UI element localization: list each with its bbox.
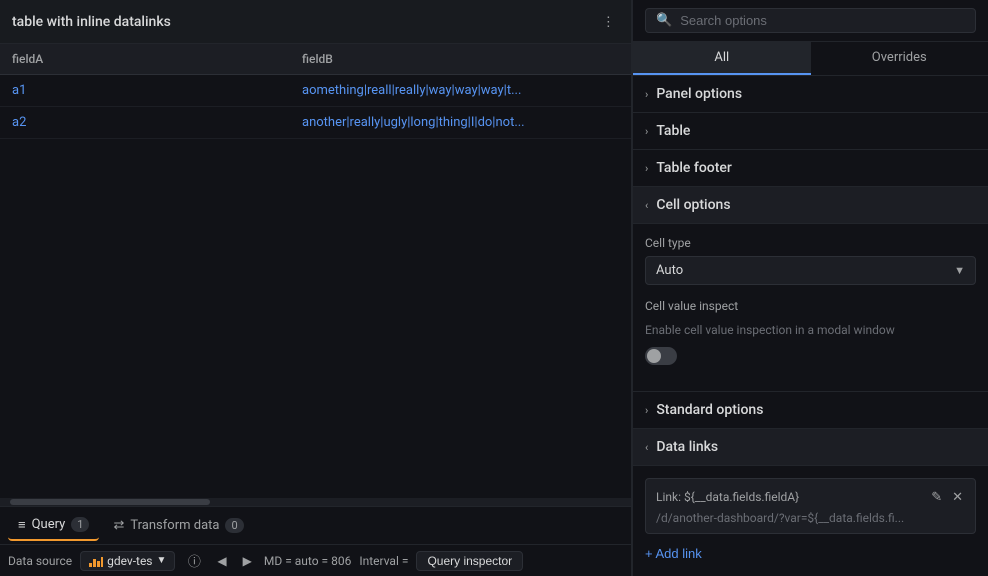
status-bar: Data source gdev-tes ▼ ⓘ ◀ ▶ MD = auto =… [0, 544, 631, 576]
left-panel: table with inline datalinks ⋮ fieldA fie… [0, 0, 632, 576]
cell-value-inspect-group: Cell value inspect Enable cell value ins… [645, 299, 976, 365]
table-chevron: › [645, 125, 648, 138]
datasource-label: Data source [8, 554, 72, 568]
scrollbar-thumb[interactable] [10, 499, 210, 505]
right-panel: 🔍 All Overrides › Panel options › Table … [632, 0, 988, 576]
data-link-url: /d/another-dashboard/?var=${__data.field… [656, 511, 965, 525]
panel-title: table with inline datalinks [12, 14, 171, 30]
add-link-button[interactable]: + Add link [645, 542, 702, 565]
data-link-item: Link: ${__data.fields.fieldA} ✎ ✕ /d/ano… [645, 478, 976, 534]
chevron-down-icon: ▼ [157, 555, 167, 566]
transform-badge: 0 [225, 518, 243, 533]
standard-options-chevron: › [645, 404, 648, 417]
data-link-header: Link: ${__data.fields.fieldA} ✎ ✕ [656, 487, 965, 507]
table-area: fieldA fieldB a1 aomething|reall|really|… [0, 44, 631, 498]
cell-value-inspect-toggle[interactable] [645, 347, 677, 365]
panel-options-label: Panel options [656, 86, 742, 102]
cell-options-label: Cell options [656, 197, 730, 213]
tab-transform-label: Transform data [130, 518, 219, 533]
table-footer-label: Table footer [656, 160, 732, 176]
transform-icon: ⇄ [113, 518, 124, 533]
data-links-label: Data links [656, 439, 718, 455]
section-standard-options[interactable]: › Standard options [633, 392, 988, 429]
filter-tabs: All Overrides [633, 42, 988, 76]
cell-a1-fieldB[interactable]: aomething|reall|really|way|way|way|t... [290, 75, 631, 107]
datasource-selector[interactable]: gdev-tes ▼ [80, 551, 175, 571]
section-data-links[interactable]: ‹ Data links [633, 429, 988, 466]
tab-transform[interactable]: ⇄ Transform data 0 [103, 512, 253, 539]
datasource-bar-icon [89, 555, 103, 567]
data-link-delete-button[interactable]: ✕ [950, 487, 965, 507]
search-input-wrap: 🔍 [645, 8, 976, 33]
data-link-title: Link: ${__data.fields.fieldA} [656, 490, 799, 504]
table-label: Table [656, 123, 690, 139]
cell-type-value: Auto [656, 263, 683, 278]
cell-a1-fieldA[interactable]: a1 [0, 75, 290, 107]
table-row: a2 another|really|ugly|long|thing|I|do|n… [0, 107, 631, 139]
horizontal-scrollbar[interactable] [0, 498, 631, 506]
cell-a2-fieldB[interactable]: another|really|ugly|long|thing|I|do|not.… [290, 107, 631, 139]
section-table-footer[interactable]: › Table footer [633, 150, 988, 187]
tab-query[interactable]: ≡ Query 1 [8, 511, 99, 541]
cell-options-chevron: ‹ [645, 199, 648, 212]
section-cell-options[interactable]: ‹ Cell options [633, 187, 988, 224]
prev-arrow-button[interactable]: ◀ [213, 552, 230, 570]
standard-options-label: Standard options [656, 402, 763, 418]
cell-value-inspect-desc: Enable cell value inspection in a modal … [645, 323, 976, 337]
table-row: a1 aomething|reall|really|way|way|way|t.… [0, 75, 631, 107]
bar-chart-icon [89, 555, 103, 567]
query-inspector-button[interactable]: Query inspector [416, 551, 523, 571]
data-links-content: Link: ${__data.fields.fieldA} ✎ ✕ /d/ano… [633, 466, 988, 576]
panel-menu-button[interactable]: ⋮ [598, 10, 619, 34]
next-arrow-button[interactable]: ▶ [239, 552, 256, 570]
select-chevron-icon: ▼ [954, 264, 965, 277]
toggle-row: Cell value inspect Enable cell value ins… [645, 299, 976, 365]
search-bar: 🔍 [633, 0, 988, 42]
toggle-label-row [645, 347, 976, 365]
toggle-knob [647, 349, 661, 363]
column-header-fieldB: fieldB [290, 44, 631, 75]
status-text: MD = auto = 806 [264, 554, 351, 568]
data-link-edit-button[interactable]: ✎ [929, 487, 944, 507]
cell-type-select[interactable]: Auto ▼ [645, 256, 976, 285]
interval-text: Interval = [359, 554, 408, 568]
panel-header: table with inline datalinks ⋮ [0, 0, 631, 44]
table-footer-chevron: › [645, 162, 648, 175]
cell-type-label: Cell type [645, 236, 976, 250]
bottom-tabs: ≡ Query 1 ⇄ Transform data 0 [0, 506, 631, 544]
data-table: fieldA fieldB a1 aomething|reall|really|… [0, 44, 631, 139]
search-input[interactable] [680, 13, 965, 28]
info-button[interactable]: ⓘ [183, 550, 205, 572]
cell-a2-fieldA[interactable]: a2 [0, 107, 290, 139]
cell-value-inspect-label: Cell value inspect [645, 299, 976, 313]
datasource-name: gdev-tes [107, 554, 152, 568]
cell-type-group: Cell type Auto ▼ [645, 236, 976, 285]
tab-query-label: Query [32, 517, 66, 532]
section-panel-options[interactable]: › Panel options [633, 76, 988, 113]
query-icon: ≡ [18, 517, 26, 533]
panel-options-chevron: › [645, 88, 648, 101]
filter-tab-all[interactable]: All [633, 42, 811, 75]
data-link-actions: ✎ ✕ [929, 487, 965, 507]
filter-tab-overrides[interactable]: Overrides [811, 42, 988, 75]
column-header-fieldA: fieldA [0, 44, 290, 75]
cell-options-content: Cell type Auto ▼ Cell value inspect Enab… [633, 224, 988, 392]
section-table[interactable]: › Table [633, 113, 988, 150]
search-icon: 🔍 [656, 13, 672, 28]
data-links-chevron: ‹ [645, 441, 648, 454]
query-badge: 1 [71, 517, 89, 532]
